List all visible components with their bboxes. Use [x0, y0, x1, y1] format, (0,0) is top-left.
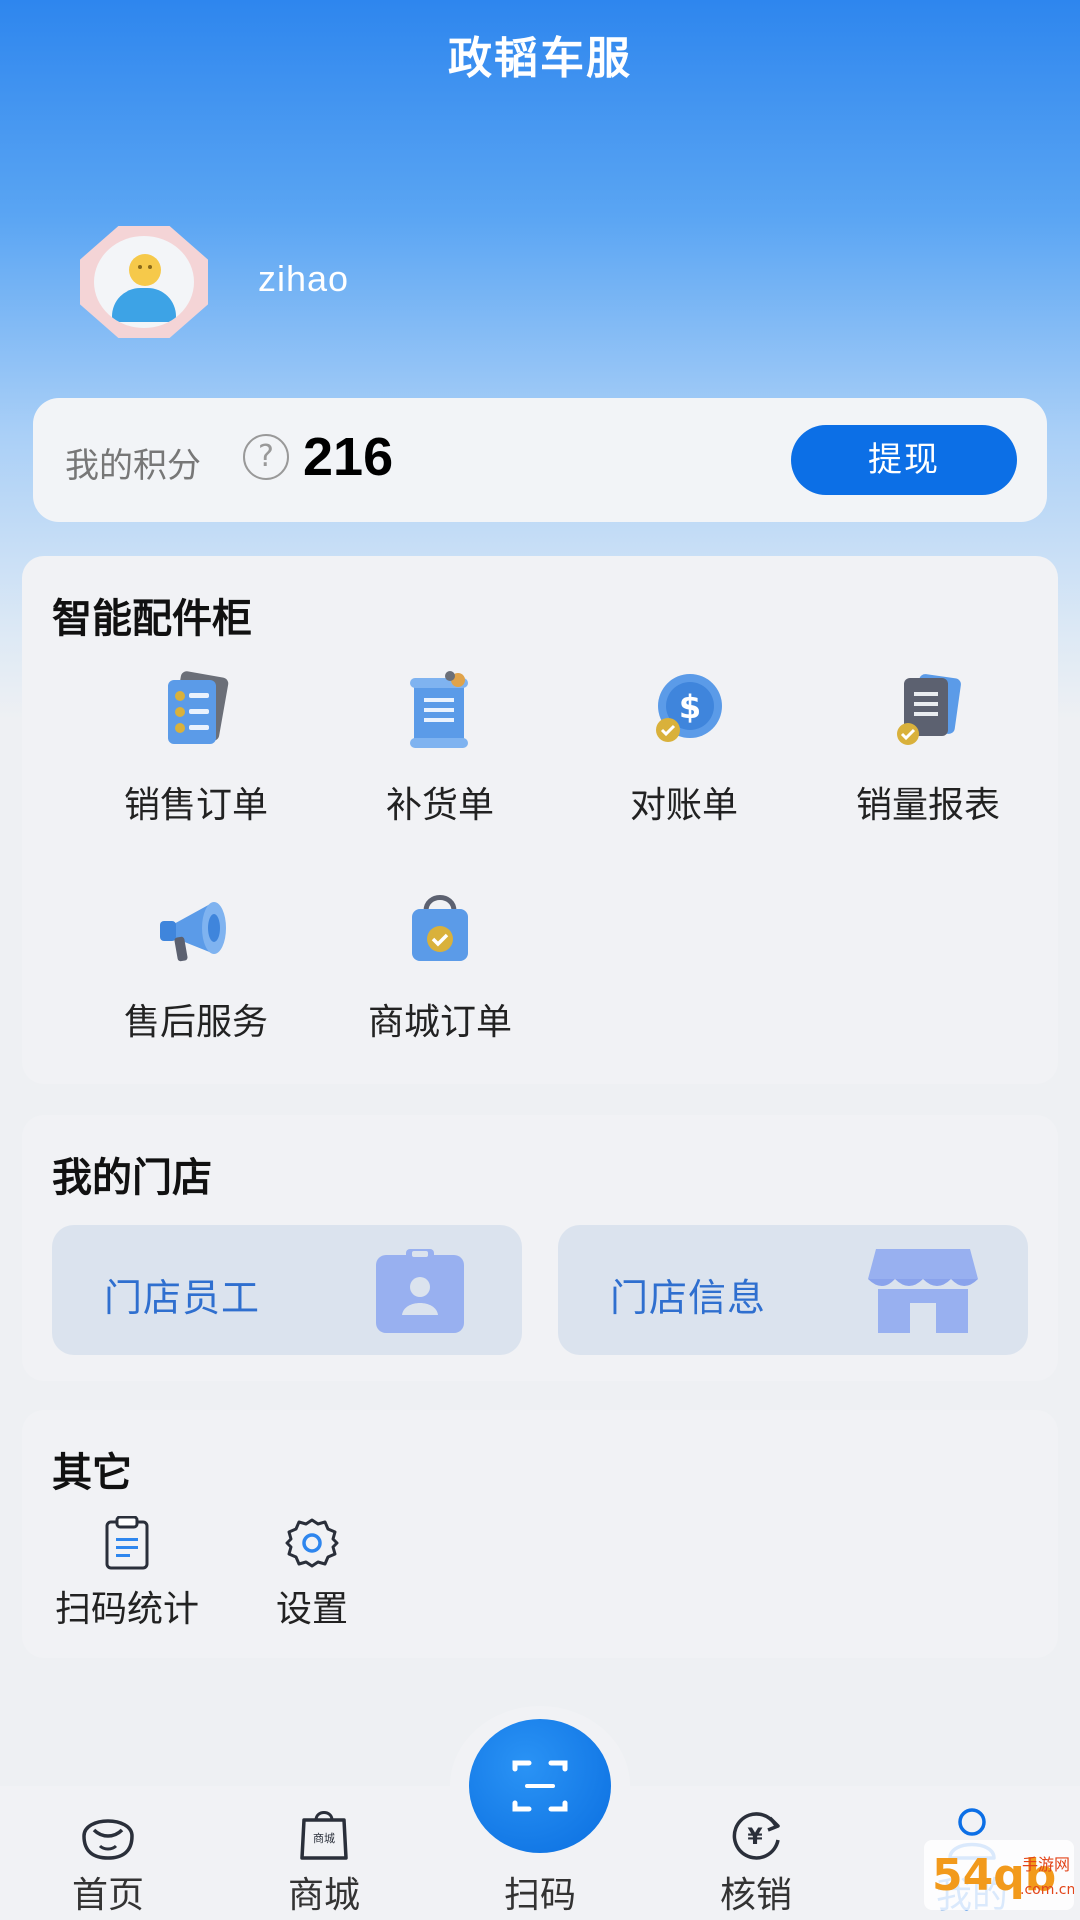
- yen-cycle-icon-text: ¥: [747, 1825, 763, 1850]
- store-info-label: 门店信息: [610, 1276, 767, 1320]
- store-card: 我的门店 门店员工 门店信息: [22, 1115, 1058, 1381]
- points-value: 216: [303, 427, 394, 487]
- watermark-domain: .com.cn: [1020, 1882, 1074, 1898]
- sales-order-icon: [146, 664, 246, 764]
- grid-item-mall-order[interactable]: 商城订单: [318, 881, 562, 1045]
- grid-item-statement[interactable]: $ 对账单: [562, 664, 806, 828]
- tab-label: 商城: [287, 1875, 360, 1916]
- megaphone-icon: [146, 881, 246, 981]
- grid-item-label: 销量报表: [855, 785, 1000, 826]
- store-info-tile[interactable]: 门店信息: [558, 1225, 1028, 1355]
- store-staff-label: 门店员工: [104, 1276, 261, 1320]
- other-item-scan-stats[interactable]: 扫码统计: [46, 1515, 208, 1632]
- grid-item-after-sales[interactable]: 售后服务: [74, 881, 318, 1045]
- watermark-sub: 手游网: [1022, 1855, 1070, 1874]
- mall-bag-icon: 商城: [294, 1806, 354, 1862]
- staff-badge-icon: [376, 1249, 464, 1333]
- scan-button[interactable]: [469, 1719, 611, 1853]
- help-icon[interactable]: ?: [243, 434, 289, 480]
- mall-bag-icon-text: 商城: [313, 1831, 335, 1845]
- store-title: 我的门店: [52, 1155, 212, 1201]
- avatar-body-icon: [112, 288, 176, 322]
- grid-item-sales-order[interactable]: 销售订单: [74, 664, 318, 828]
- home-face-icon: [78, 1806, 138, 1862]
- cabinet-card: 智能配件柜 销售订单 补货单 $ 对账单 销量报表 售后服务 商城订单: [22, 556, 1058, 1084]
- points-label: 我的积分: [65, 446, 201, 486]
- watermark-logo: 54qb 手游网 .com.cn: [924, 1834, 1075, 1914]
- other-item-label: 设置: [275, 1589, 348, 1630]
- svg-text:$: $: [679, 688, 701, 726]
- storefront-icon: [868, 1249, 978, 1333]
- other-item-label: 扫码统计: [54, 1589, 199, 1630]
- yen-cycle-icon: ¥: [726, 1806, 786, 1862]
- statement-icon: $: [634, 664, 734, 764]
- tab-label: 首页: [71, 1875, 144, 1916]
- tab-verify[interactable]: ¥ 核销: [648, 1806, 864, 1918]
- tab-home[interactable]: 首页: [0, 1806, 216, 1918]
- store-staff-tile[interactable]: 门店员工: [52, 1225, 522, 1355]
- tab-label: 扫码: [503, 1875, 576, 1916]
- sales-report-icon: [878, 664, 978, 764]
- points-card: 我的积分 ? 216 提现: [33, 398, 1047, 522]
- scan-icon: [512, 1760, 568, 1812]
- grid-item-restock[interactable]: 补货单: [318, 664, 562, 828]
- username[interactable]: zihao: [258, 258, 349, 300]
- app-title: 政韬车服: [448, 33, 632, 84]
- grid-item-label: 售后服务: [123, 1002, 268, 1043]
- tab-label: 核销: [719, 1875, 792, 1916]
- other-title: 其它: [52, 1450, 132, 1496]
- gear-icon: [285, 1516, 339, 1570]
- avatar-face-icon: [129, 254, 161, 286]
- grid-item-label: 补货单: [385, 785, 494, 826]
- other-item-settings[interactable]: 设置: [262, 1516, 362, 1632]
- other-card: 其它 扫码统计 设置: [22, 1410, 1058, 1658]
- tab-mall[interactable]: 商城 商城: [216, 1806, 432, 1918]
- shopping-bag-icon: [390, 881, 490, 981]
- grid-item-label: 对账单: [629, 785, 738, 826]
- clipboard-icon: [103, 1515, 151, 1570]
- grid-item-sales-report[interactable]: 销量报表: [806, 664, 1050, 828]
- grid-item-label: 销售订单: [123, 785, 268, 826]
- grid-item-label: 商城订单: [367, 1002, 512, 1043]
- avatar-image: [94, 236, 194, 328]
- restock-icon: [390, 664, 490, 764]
- cabinet-title: 智能配件柜: [52, 596, 252, 642]
- withdraw-button[interactable]: 提现: [791, 425, 1017, 495]
